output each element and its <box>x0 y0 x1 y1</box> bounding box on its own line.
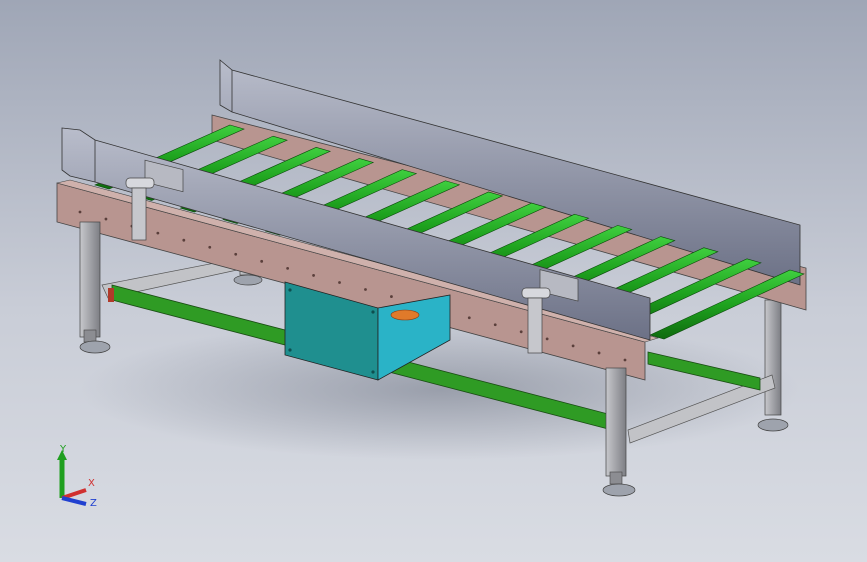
foot-pad <box>602 483 636 497</box>
z-axis-label: Z <box>90 498 97 509</box>
beam-hole <box>78 210 82 214</box>
beam-hole <box>390 295 393 298</box>
beam-hole <box>364 288 367 291</box>
beam-hole <box>571 344 575 348</box>
beam-hole <box>519 330 523 334</box>
conveyor-model[interactable] <box>0 0 867 562</box>
leg-front-left <box>79 221 101 338</box>
foot-pad <box>757 418 789 432</box>
coordinate-triad[interactable]: Y X Z <box>44 440 114 520</box>
leg-back-right <box>764 299 782 416</box>
motor <box>390 309 420 321</box>
beam-hole <box>208 245 212 249</box>
beam-hole <box>623 358 627 362</box>
beam-hole <box>467 316 471 320</box>
beam-hole <box>597 351 601 355</box>
beam-hole <box>493 323 497 327</box>
z-axis-icon <box>61 496 87 506</box>
beam-hole <box>104 217 108 221</box>
beam-hole <box>156 231 160 235</box>
beam-hole <box>182 238 186 242</box>
x-axis-icon <box>61 488 87 500</box>
x-axis-label: X <box>88 478 95 489</box>
y-axis-label: Y <box>59 444 67 455</box>
beam-hole <box>312 274 315 277</box>
beam-hole <box>260 259 264 263</box>
foot-pad <box>79 340 111 354</box>
red-end-plate <box>108 288 114 302</box>
foot-pad <box>233 274 263 286</box>
cad-viewport[interactable]: Y X Z <box>0 0 867 562</box>
beam-hole <box>234 252 238 256</box>
beam-hole <box>545 337 549 341</box>
leg-front-right <box>605 367 627 477</box>
beam-hole <box>338 281 341 284</box>
beam-hole <box>286 266 290 270</box>
